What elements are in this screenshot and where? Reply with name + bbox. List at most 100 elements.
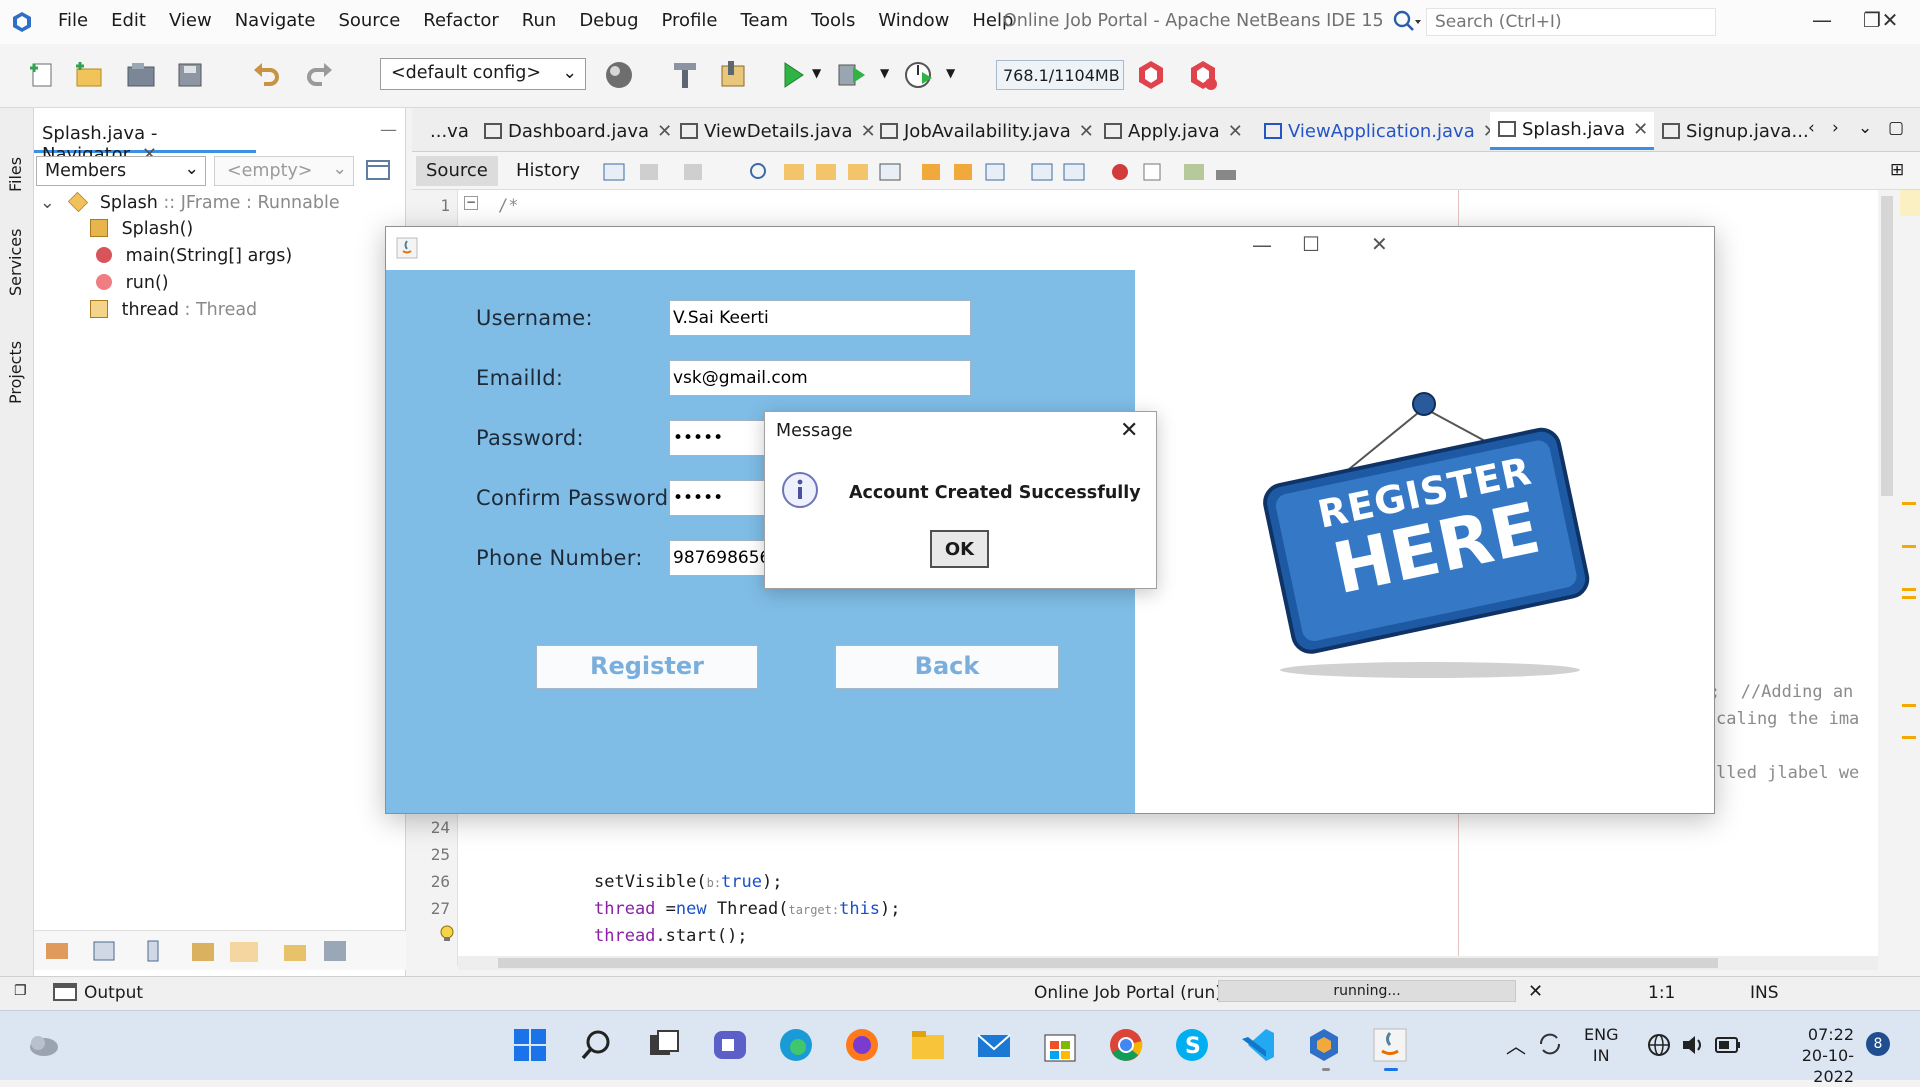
search-icon[interactable] [1392,9,1422,35]
search-taskbar-icon[interactable] [578,1027,614,1063]
notification-badge[interactable]: 8 [1866,1032,1890,1056]
cancel-task-icon[interactable]: ✕ [1528,981,1543,1002]
hint-bulb-icon[interactable] [438,924,456,942]
members-filter-select[interactable]: Members ⌄ [36,156,206,186]
close-icon[interactable]: ✕ [1120,418,1138,443]
java-taskbar-icon[interactable] [1372,1027,1408,1063]
menu-source[interactable]: Source [338,10,400,31]
username-field[interactable]: V.Sai Keerti [669,300,971,336]
minimize-button[interactable]: — [1802,8,1842,36]
navigator-tab[interactable]: Splash.java - Navigator ✕ [34,115,256,165]
history-button[interactable]: History [506,156,590,186]
debug-dropdown-icon[interactable]: ▼ [880,66,889,80]
close-icon[interactable]: ✕ [861,121,876,142]
weather-icon[interactable] [26,1032,60,1058]
scroll-thumb[interactable] [498,958,1718,968]
horizontal-scrollbar[interactable] [458,956,1878,970]
restore-panel-icon[interactable]: ❐ [14,983,27,999]
clean-build-icon[interactable] [716,58,750,92]
vscode-icon[interactable] [1240,1027,1276,1063]
close-window-button[interactable]: ✕ [1870,8,1910,36]
store-icon[interactable] [1042,1027,1078,1063]
menu-profile[interactable]: Profile [662,10,718,31]
start-icon[interactable] [512,1027,548,1063]
minimize-panel-icon[interactable]: — [380,120,397,140]
firefox-icon[interactable] [844,1027,880,1063]
tab-list-icon[interactable]: ⌄ [1858,118,1872,138]
new-file-icon[interactable] [26,58,60,92]
run-dropdown-icon[interactable]: ▼ [812,66,821,80]
sync-icon[interactable] [1536,1030,1564,1058]
chrome-icon[interactable] [1108,1027,1144,1063]
mail-icon[interactable] [976,1027,1012,1063]
globe-network-icon[interactable] [1646,1032,1672,1058]
filter-icons[interactable] [46,937,346,965]
tab-splash-active[interactable]: Splash.java ✕ [1490,112,1654,150]
profile-dropdown-icon[interactable]: ▼ [946,66,955,80]
scroll-tabs-left-icon[interactable]: ‹ [1808,118,1815,138]
teams-chat-icon[interactable] [712,1027,748,1063]
redo-icon[interactable] [302,58,336,92]
tab-prev-file[interactable]: ...va [430,114,469,150]
language-indicator[interactable]: ENG IN [1584,1024,1618,1066]
register-button[interactable]: Register [536,645,758,689]
run-project-icon[interactable] [776,58,810,92]
tree-item-thread[interactable]: thread : Thread [90,300,257,324]
close-icon[interactable]: ✕ [1079,121,1094,142]
menu-tools[interactable]: Tools [811,10,855,31]
tree-item-run[interactable]: run() [96,273,169,297]
menu-window[interactable]: Window [878,10,949,31]
files-tab[interactable]: Files [6,157,25,192]
warning-mark[interactable] [1902,545,1916,548]
close-icon[interactable]: ✕ [1633,119,1648,140]
empty-select[interactable]: <empty> ⌄ [214,156,354,186]
task-view-icon[interactable] [646,1027,682,1063]
open-project-icon[interactable] [124,58,158,92]
menu-team[interactable]: Team [740,10,788,31]
globe-icon[interactable] [602,58,636,92]
maximize-editor-icon[interactable]: ▢ [1888,118,1904,138]
menu-refactor[interactable]: Refactor [423,10,499,31]
source-button[interactable]: Source [416,156,498,186]
clock[interactable]: 07:22 20-10-2022 [1764,1024,1854,1087]
build-hammer-icon[interactable] [668,58,702,92]
menu-debug[interactable]: Debug [579,10,638,31]
tab-viewapplication[interactable]: ViewApplication.java✕ [1264,114,1498,150]
fold-icon[interactable]: − [464,196,478,210]
memory-usage[interactable]: 768.1/1104MB [996,60,1124,90]
warning-mark[interactable] [1902,588,1916,591]
profiler-snapshot-icon[interactable] [1186,58,1220,92]
edge-icon[interactable] [778,1027,814,1063]
back-button[interactable]: Back [835,645,1059,689]
warning-mark[interactable] [1902,596,1916,599]
tab-dashboard[interactable]: Dashboard.java ✕ [484,114,672,150]
profile-project-icon[interactable] [902,58,936,92]
warning-mark[interactable] [1902,704,1916,707]
maximize-button[interactable]: ☐ [1302,232,1320,256]
close-window-button[interactable]: ✕ [1371,232,1388,256]
menu-navigate[interactable]: Navigate [235,10,316,31]
output-label[interactable]: Output [84,983,143,1003]
chevron-up-icon[interactable]: ︿ [1506,1030,1526,1059]
save-all-icon[interactable] [174,58,208,92]
volume-icon[interactable] [1680,1032,1706,1058]
menu-run[interactable]: Run [522,10,557,31]
menu-file[interactable]: File [58,10,88,31]
undo-icon[interactable] [250,58,284,92]
menu-edit[interactable]: Edit [111,10,146,31]
editor-action-icons[interactable] [600,158,1240,186]
warning-mark[interactable] [1902,736,1916,739]
close-icon[interactable]: ✕ [657,121,672,142]
output-window-icon[interactable] [52,981,78,1003]
panel-view-icon[interactable] [364,156,392,184]
file-explorer-icon[interactable] [910,1027,946,1063]
scroll-tabs-right-icon[interactable]: › [1832,118,1839,138]
ok-button[interactable]: OK [930,530,989,568]
projects-tab[interactable]: Projects [6,341,25,404]
tab-viewdetails[interactable]: ViewDetails.java ✕ [680,114,876,150]
debug-project-icon[interactable] [834,58,868,92]
search-input[interactable]: Search (Ctrl+I) [1426,8,1716,36]
tree-item-main[interactable]: main(String[] args) [96,246,292,270]
config-select[interactable]: <default config> ⌄ [380,58,586,90]
minimize-button[interactable]: — [1252,233,1272,257]
